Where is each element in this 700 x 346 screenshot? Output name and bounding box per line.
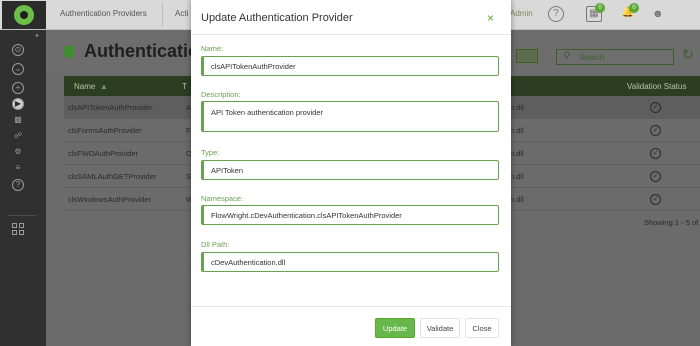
apps-grid-icon[interactable] <box>12 223 24 235</box>
dll-path-field[interactable] <box>201 252 499 272</box>
sidebar-divider <box>8 215 36 216</box>
pagination-summary: Showing 1 - 5 of <box>644 218 699 227</box>
tasks-badge: 0 <box>595 3 605 13</box>
name-label: Name: <box>201 44 224 53</box>
row-dll: n.dll <box>510 149 524 158</box>
play-circle-icon[interactable]: ▶ <box>12 98 24 110</box>
row-dll: n.dll <box>510 195 524 204</box>
update-provider-dialog: Update Authentication Provider × Name: D… <box>191 0 511 346</box>
check-circle-icon: ✓ <box>650 171 661 182</box>
dialog-header: Update Authentication Provider × <box>191 0 511 35</box>
pin-icon[interactable]: ✦ <box>34 32 40 40</box>
admin-label[interactable]: Admin <box>510 9 533 18</box>
row-name: clsFWOAuthProvider <box>68 149 139 158</box>
column-header-validation-status[interactable]: Validation Status <box>627 82 686 91</box>
shield-icon <box>64 46 74 58</box>
close-button[interactable]: Close <box>465 318 499 338</box>
chart-icon[interactable]: ▩ <box>12 115 24 127</box>
check-circle-icon: ✓ <box>650 194 661 205</box>
sliders-icon[interactable]: ≡ <box>12 163 24 175</box>
dialog-footer: Update Validate Close <box>191 306 511 346</box>
dll-path-label: Dll Path: <box>201 240 230 249</box>
row-dll: n.dll <box>510 172 524 181</box>
search-placeholder: Search <box>579 53 605 62</box>
chevron-down-circle-icon[interactable]: ⌄ <box>12 63 24 75</box>
close-icon[interactable]: × <box>487 11 494 25</box>
row-name: clsSAMLAuthGETProvider <box>68 172 157 181</box>
link-icon[interactable]: ☍ <box>12 131 24 143</box>
dialog-title: Update Authentication Provider <box>201 12 353 24</box>
notifications-badge: 0 <box>629 3 639 13</box>
namespace-label: Namespace: <box>201 194 244 203</box>
check-circle-icon: ✓ <box>650 148 661 159</box>
sidebar: ✦ ⊙ ⌄ + ▶ ▩ ☍ ⚙ ≡ ? <box>0 30 46 346</box>
row-name: clsFormsAuthProvider <box>68 126 142 135</box>
column-chooser-button[interactable] <box>516 49 538 63</box>
search-icon: ⚲ <box>563 51 571 62</box>
nav-divider <box>162 3 163 27</box>
namespace-field[interactable] <box>201 205 499 225</box>
check-circle-icon: ✓ <box>650 125 661 136</box>
check-circle-icon: ✓ <box>650 102 661 113</box>
search-input[interactable]: ⚲ Search <box>556 49 674 65</box>
refresh-icon[interactable]: ↻ <box>682 46 694 63</box>
row-dll: n.dll <box>510 103 524 112</box>
dashboard-icon[interactable]: ⊙ <box>12 44 24 56</box>
column-header-name[interactable]: Name <box>74 82 95 91</box>
description-label: Description: <box>201 90 241 99</box>
name-field[interactable] <box>201 56 499 76</box>
column-header-type[interactable]: T <box>182 82 187 91</box>
help-icon[interactable]: ? <box>548 6 564 22</box>
logo-icon <box>14 5 34 25</box>
sort-asc-icon[interactable]: ▲ <box>100 82 108 91</box>
plus-circle-icon[interactable]: + <box>12 82 24 94</box>
update-button[interactable]: Update <box>375 318 415 338</box>
description-field[interactable]: API Token authentication provider <box>201 101 499 132</box>
nav-activity[interactable]: Acti <box>175 9 188 18</box>
app-logo[interactable] <box>2 1 46 29</box>
type-label: Type: <box>201 148 220 157</box>
type-field[interactable] <box>201 160 499 180</box>
row-dll: n.dll <box>510 126 524 135</box>
row-name: clsWindowsAuthProvider <box>68 195 151 204</box>
gear-icon[interactable]: ⚙ <box>12 147 24 159</box>
validate-button[interactable]: Validate <box>420 318 460 338</box>
help-icon[interactable]: ? <box>12 179 24 191</box>
user-settings-icon[interactable]: ☻ <box>652 8 664 20</box>
row-name: clsAPITokenAuthProvider <box>68 103 153 112</box>
nav-authentication-providers[interactable]: Authentication Providers <box>60 9 147 18</box>
